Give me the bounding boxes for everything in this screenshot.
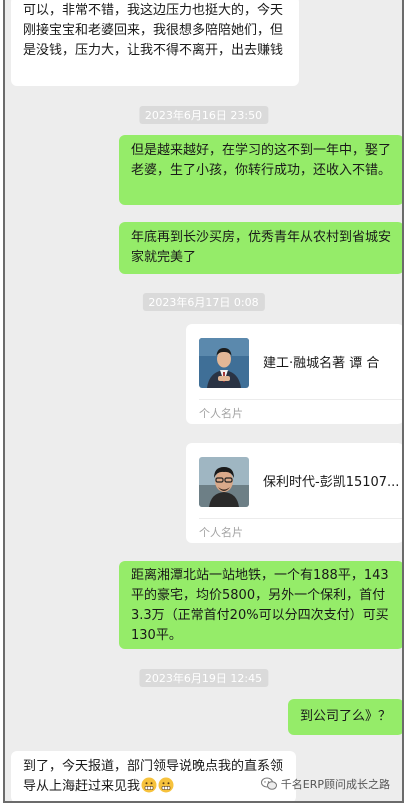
message-bubble-right[interactable]: 年底再到长沙买房，优秀青年从农村到省城安家就完美了: [119, 222, 402, 274]
timestamp: 2023年6月16日 23:50: [138, 106, 269, 124]
contact-name: 保利时代-彭凯15107...: [263, 475, 400, 490]
contact-photo: [199, 338, 249, 388]
chat-window: 可以，非常不错，我这边压力也挺大的，今天刚接宝宝和老婆回来，我很想多陪陪她们，但…: [3, 0, 404, 803]
message-text: 距离湘潭北站一站地铁，一个有188平，143平的豪宅，均价5800，另外一个保利…: [131, 568, 389, 643]
card-divider: [199, 399, 402, 400]
watermark: 千名ERP顾问成长之路: [260, 776, 390, 792]
message-text: 可以，非常不错，我这边压力也挺大的，今天刚接宝宝和老婆回来，我很想多陪陪她们，但…: [23, 3, 284, 58]
timestamp: 2023年6月19日 12:45: [138, 669, 269, 687]
watermark-text: 千名ERP顾问成长之路: [280, 778, 390, 791]
message-bubble-right[interactable]: 距离湘潭北站一站地铁，一个有188平，143平的豪宅，均价5800，另外一个保利…: [119, 561, 402, 649]
message-text: 但是越来越好，在学习的这不到一年中，娶了老婆，生了小孩，你转行成功，还收入不错。: [131, 143, 392, 178]
contact-card[interactable]: 建工·融城名著 谭 合 个人名片: [186, 324, 402, 424]
message-bubble-left[interactable]: 到了，今天报道，部门领导说晚点我的直系领导从上海赶过来见我: [11, 751, 296, 801]
message-text: 年底再到长沙买房，优秀青年从农村到省城安家就完美了: [131, 230, 392, 265]
contact-photo: [199, 457, 249, 507]
card-type-label: 个人名片: [199, 407, 243, 420]
card-divider: [199, 518, 402, 519]
card-type-label: 个人名片: [199, 526, 243, 539]
message-text: 到公司了么》？: [300, 709, 392, 724]
contact-card[interactable]: 保利时代-彭凯15107... 个人名片: [186, 443, 402, 543]
message-bubble-right[interactable]: 但是越来越好，在学习的这不到一年中，娶了老婆，生了小孩，你转行成功，还收入不错。: [119, 135, 402, 205]
grimace-emoji-icon: [141, 777, 157, 793]
message-bubble-left[interactable]: 可以，非常不错，我这边压力也挺大的，今天刚接宝宝和老婆回来，我很想多陪陪她们，但…: [11, 0, 299, 86]
contact-name: 建工·融城名著 谭 合: [263, 356, 380, 371]
timestamp: 2023年6月17日 0:08: [142, 293, 265, 311]
grimace-emoji-icon: [158, 777, 174, 793]
message-bubble-right[interactable]: 到公司了么》？: [288, 699, 402, 735]
wechat-logo-icon: [260, 777, 277, 791]
